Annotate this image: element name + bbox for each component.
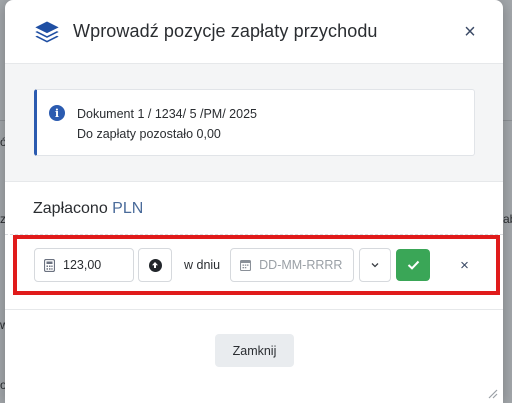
amount-input[interactable]: 123,00: [34, 248, 134, 282]
on-day-label: w dniu: [184, 258, 221, 272]
layers-icon: [35, 21, 59, 42]
confirm-button[interactable]: [396, 249, 431, 281]
info-text: Dokument 1 / 1234/ 5 /PM/ 2025 Do zapłat…: [77, 104, 257, 141]
amount-value: 123,00: [63, 258, 102, 272]
remaining-value: 0,00: [196, 127, 221, 141]
modal-title: Wprowadź pozycje zapłaty przychodu: [73, 21, 378, 41]
calculator-icon: [44, 258, 55, 272]
check-icon: [407, 260, 419, 270]
arrow-up-circle-icon: [148, 258, 162, 272]
remaining-label: Do zapłaty pozostało: [77, 127, 194, 141]
date-placeholder: DD-MM-RRRR: [259, 258, 343, 272]
info-icon: i: [49, 105, 65, 121]
remaining-to-pay: Do zapłaty pozostało 0,00: [77, 124, 257, 144]
info-box: i Dokument 1 / 1234/ 5 /PM/ 2025 Do zapł…: [34, 89, 475, 156]
bg-text-fragment: ab: [503, 212, 512, 226]
info-section: i Dokument 1 / 1234/ 5 /PM/ 2025 Do zapł…: [5, 64, 503, 182]
fill-amount-button[interactable]: [138, 248, 172, 282]
document-number: Dokument 1 / 1234/ 5 /PM/ 2025: [77, 107, 257, 121]
date-input[interactable]: DD-MM-RRRR: [230, 248, 355, 282]
modal-footer: Zamknij: [5, 309, 503, 403]
paid-label: Zapłacono: [33, 200, 108, 217]
date-dropdown-button[interactable]: [359, 248, 392, 282]
chevron-down-icon: [371, 263, 379, 268]
remove-row-icon[interactable]: ×: [460, 257, 469, 274]
calendar-icon: [240, 259, 252, 271]
modal-header: Wprowadź pozycje zapłaty przychodu ×: [5, 0, 503, 64]
payment-row: 123,00 w dniu DD-MM-RRRR ×: [5, 234, 503, 294]
paid-currency: PLN: [112, 200, 144, 217]
payment-modal: Wprowadź pozycje zapłaty przychodu × i D…: [5, 0, 503, 403]
close-button[interactable]: Zamknij: [215, 334, 294, 367]
paid-heading: Zapłacono PLN: [5, 182, 503, 230]
resize-handle-icon[interactable]: [487, 388, 498, 399]
close-icon[interactable]: ×: [459, 22, 481, 42]
